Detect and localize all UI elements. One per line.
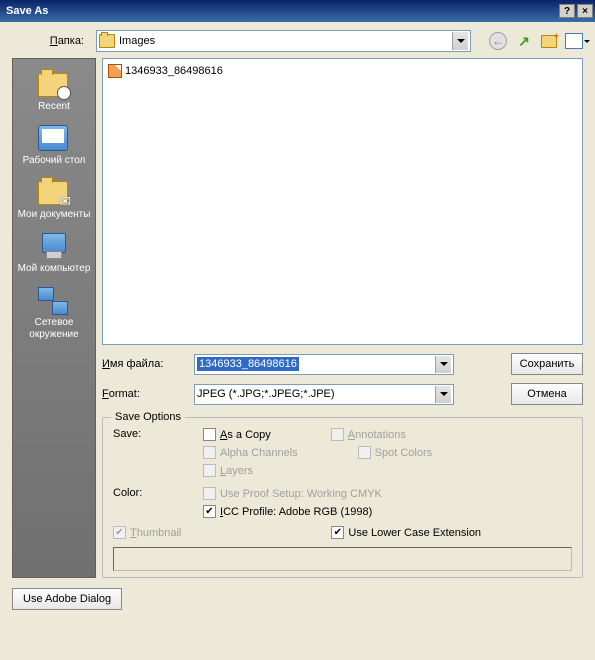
place-computer[interactable]: Мой компьютер [13, 227, 95, 279]
folder-value: Images [119, 35, 155, 47]
checkbox-icon [203, 487, 216, 500]
format-value: JPEG (*.JPG;*.JPEG;*.JPE) [197, 388, 335, 400]
save-options-group: Save Options Save: As a Copy Annotations [102, 417, 583, 578]
status-area [113, 547, 572, 571]
up-folder-icon[interactable] [515, 32, 533, 50]
checkbox-icon [203, 446, 216, 459]
documents-icon [38, 181, 68, 205]
new-folder-icon[interactable] [541, 35, 557, 48]
save-label: Save: [113, 428, 203, 477]
use-adobe-dialog-button[interactable]: Use Adobe Dialog [12, 588, 122, 610]
checkbox-icon [203, 428, 216, 441]
titlebar: Save As ? × [0, 0, 595, 22]
place-desktop[interactable]: Рабочий стол [13, 119, 95, 171]
place-documents[interactable]: Мои документы [13, 173, 95, 225]
checkbox-icon [358, 446, 371, 459]
format-label: Format: [102, 388, 186, 400]
folder-icon [99, 34, 115, 48]
cancel-button[interactable]: Отмена [511, 383, 583, 405]
views-icon[interactable] [565, 33, 583, 49]
close-button[interactable]: × [577, 4, 593, 18]
spot-colors-checkbox: Spot Colors [358, 446, 432, 459]
format-combobox[interactable]: JPEG (*.JPG;*.JPEG;*.JPE) [194, 384, 454, 405]
icc-profile-checkbox[interactable]: ✔ ICC Profile: Adobe RGB (1998) [203, 505, 572, 518]
list-item[interactable]: 1346933_86498616 [107, 63, 578, 79]
save-button[interactable]: Сохранить [511, 353, 583, 375]
places-bar: Recent Рабочий стол Мои документы Мой ко… [12, 58, 96, 578]
folder-label: Папка: [12, 35, 90, 47]
folder-combobox[interactable]: Images [96, 30, 471, 52]
place-recent[interactable]: Recent [13, 65, 95, 117]
filename-combobox[interactable]: 1346933_86498616 [194, 354, 454, 375]
window-title: Save As [2, 5, 559, 17]
color-label: Color: [113, 487, 203, 518]
save-options-legend: Save Options [111, 411, 185, 423]
chevron-down-icon[interactable] [435, 356, 451, 373]
help-button[interactable]: ? [559, 4, 575, 18]
checkbox-icon: ✔ [203, 505, 216, 518]
network-icon [38, 287, 68, 315]
filename-value: 1346933_86498616 [197, 357, 299, 371]
layers-checkbox: Layers [203, 464, 572, 477]
chevron-down-icon[interactable] [435, 386, 451, 403]
checkbox-icon [203, 464, 216, 477]
file-list[interactable]: 1346933_86498616 [102, 58, 583, 345]
checkbox-icon: ✔ [331, 526, 344, 539]
checkbox-icon [331, 428, 344, 441]
lowercase-ext-checkbox[interactable]: ✔ Use Lower Case Extension [331, 526, 481, 539]
as-a-copy-checkbox[interactable]: As a Copy [203, 428, 271, 441]
file-icon [108, 64, 122, 78]
proof-setup-checkbox: Use Proof Setup: Working CMYK [203, 487, 572, 500]
place-network[interactable]: Сетевое окружение [13, 281, 95, 345]
desktop-icon [38, 125, 68, 151]
checkbox-icon: ✔ [113, 526, 126, 539]
alpha-channels-checkbox: Alpha Channels [203, 446, 298, 459]
file-name: 1346933_86498616 [125, 65, 223, 77]
chevron-down-icon[interactable] [452, 32, 468, 50]
computer-icon [38, 233, 68, 259]
thumbnail-checkbox: ✔ Thumbnail [113, 526, 181, 539]
filename-label: Имя файла: [102, 358, 186, 370]
folder-clock-icon [38, 73, 68, 97]
annotations-checkbox: Annotations [331, 428, 406, 441]
back-icon[interactable]: ← [489, 32, 507, 50]
